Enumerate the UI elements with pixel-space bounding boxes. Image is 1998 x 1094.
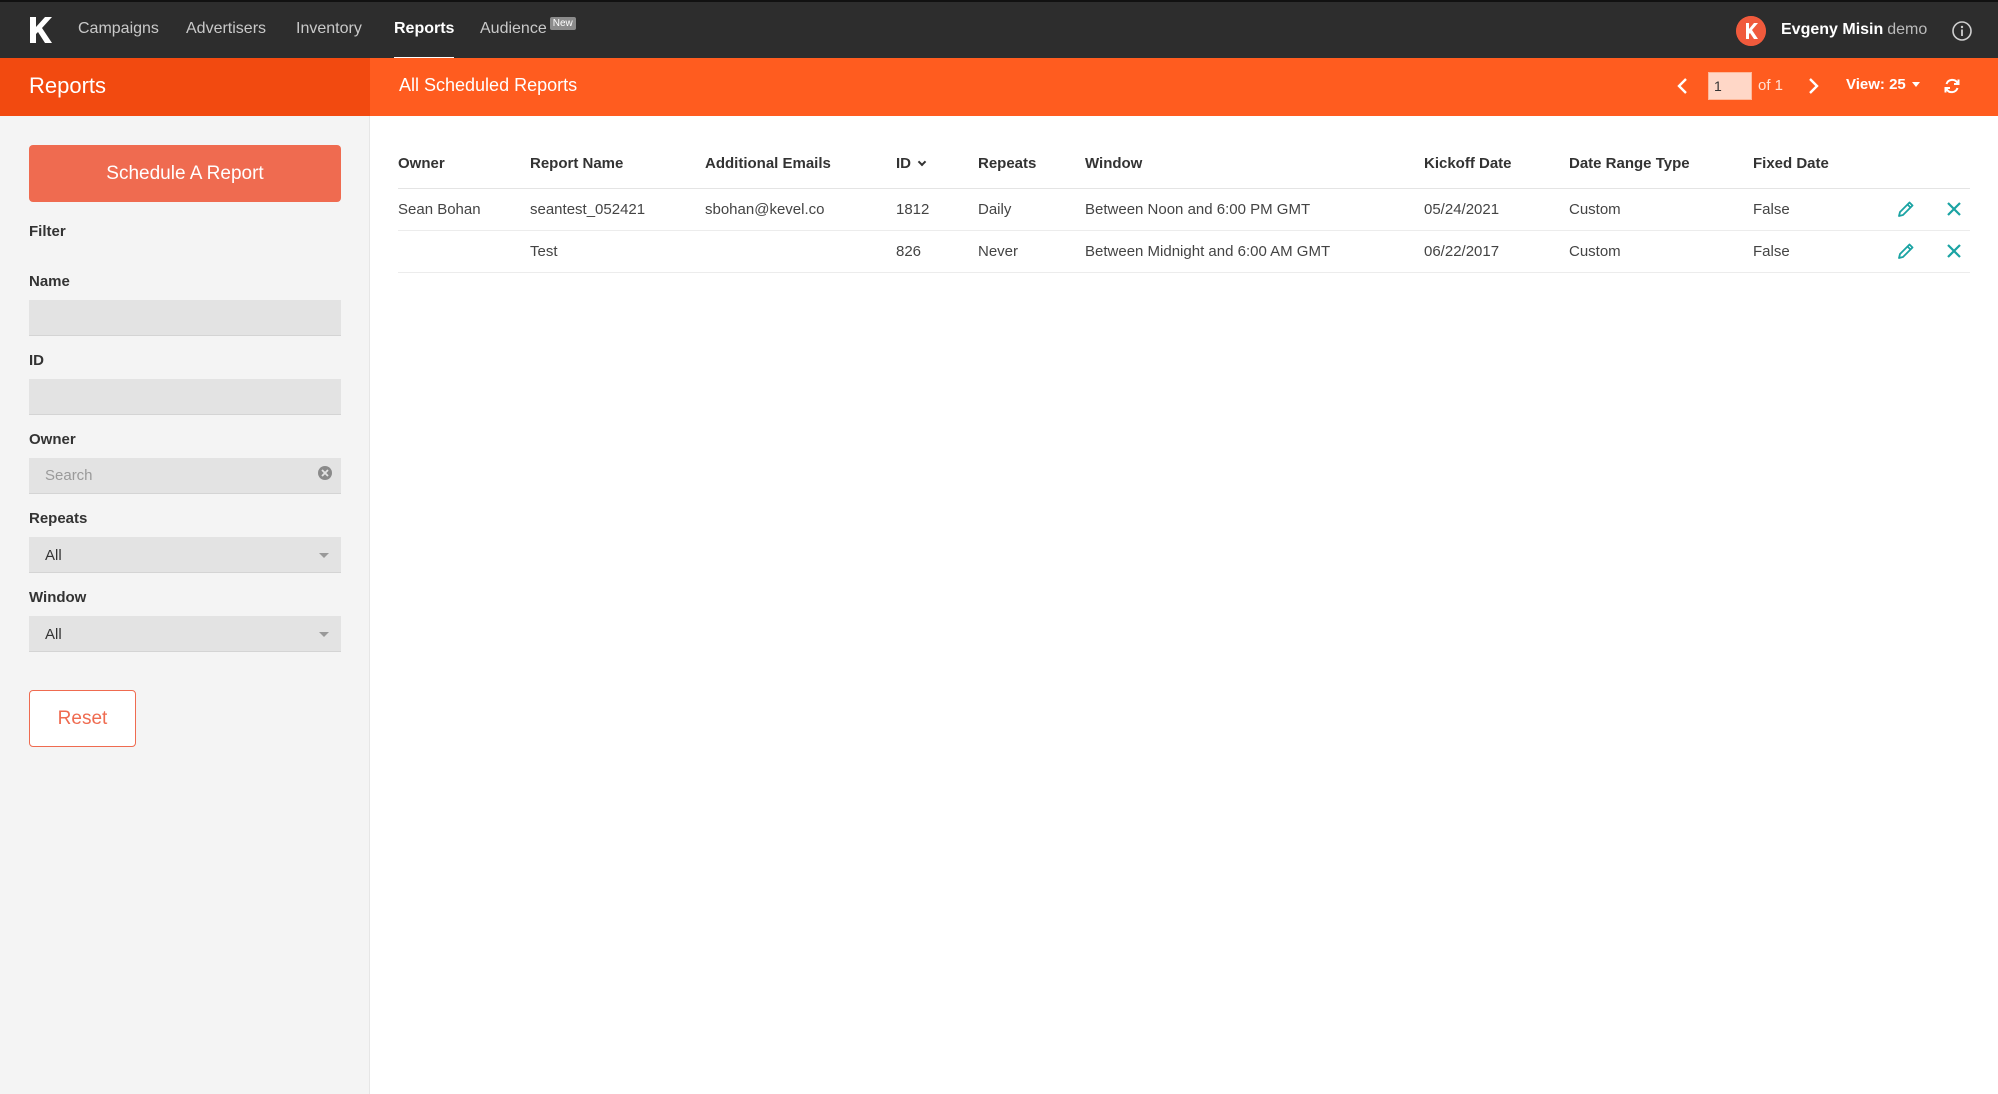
cell-additional-emails: sbohan@kevel.co xyxy=(705,188,896,231)
filter-sidebar: Schedule A Report Filter Name ID Owner R… xyxy=(0,116,370,1094)
top-navigation: Campaigns Advertisers Inventory Reports … xyxy=(0,0,1998,60)
sort-descending-icon xyxy=(917,158,927,167)
nav-item-audience[interactable]: Audience New xyxy=(480,17,576,60)
nav-item-advertisers[interactable]: Advertisers xyxy=(186,20,266,60)
refresh-icon[interactable] xyxy=(1942,76,1962,96)
repeats-label: Repeats xyxy=(29,510,88,527)
nav-item-campaigns[interactable]: Campaigns xyxy=(78,20,159,60)
repeats-select[interactable] xyxy=(29,537,341,573)
cell-repeats: Never xyxy=(978,230,1085,273)
chevron-down-icon xyxy=(1911,82,1920,87)
window-label: Window xyxy=(29,589,87,606)
id-label: ID xyxy=(29,352,44,369)
schedule-report-button[interactable]: Schedule A Report xyxy=(29,145,341,202)
delete-x-icon[interactable] xyxy=(1944,241,1964,261)
cell-id: 1812 xyxy=(896,188,978,231)
column-header-date-range-type[interactable]: Date Range Type xyxy=(1569,140,1753,189)
table-row: Test 826 Never Between Midnight and 6:00… xyxy=(398,230,1970,273)
column-header-owner[interactable]: Owner xyxy=(398,140,530,189)
cell-repeats: Daily xyxy=(978,188,1085,231)
new-badge: New xyxy=(549,17,576,30)
user-avatar-icon[interactable] xyxy=(1736,16,1766,46)
name-input[interactable] xyxy=(29,300,341,336)
chevron-down-icon xyxy=(319,632,329,637)
page-title: All Scheduled Reports xyxy=(399,75,578,95)
edit-pencil-icon[interactable] xyxy=(1896,199,1916,219)
cell-fixed-date: False xyxy=(1753,230,1888,273)
id-input[interactable] xyxy=(29,379,341,415)
cell-report-name: Test xyxy=(530,230,705,273)
cell-additional-emails xyxy=(705,230,896,273)
cell-date-range-type: Custom xyxy=(1569,230,1753,273)
delete-x-icon[interactable] xyxy=(1944,199,1964,219)
owner-label: Owner xyxy=(29,431,76,448)
row-actions xyxy=(1888,230,1970,273)
owner-search-input[interactable] xyxy=(29,458,341,494)
cell-id: 826 xyxy=(896,230,978,273)
repeats-select-value: All xyxy=(45,547,62,564)
row-actions xyxy=(1888,188,1970,231)
reports-table-container: Owner Report Name Additional Emails ID R… xyxy=(398,140,1970,273)
column-header-report-name[interactable]: Report Name xyxy=(530,140,705,189)
cell-owner: Sean Bohan xyxy=(398,188,530,231)
user-role: demo xyxy=(1887,21,1928,38)
page-number-input[interactable] xyxy=(1708,72,1752,100)
view-count-label: View: 25 xyxy=(1846,76,1906,93)
nav-item-reports[interactable]: Reports xyxy=(394,20,455,60)
filter-heading: Filter xyxy=(29,223,66,240)
table-header-row: Owner Report Name Additional Emails ID R… xyxy=(398,140,1970,189)
window-select-value: All xyxy=(45,626,62,643)
main-header: All Scheduled Reports of 1 View: 25 xyxy=(370,58,1998,116)
view-count-dropdown[interactable]: View: 25 xyxy=(1846,76,1920,93)
cell-owner xyxy=(398,230,530,273)
column-header-kickoff-date[interactable]: Kickoff Date xyxy=(1424,140,1569,189)
table-row: Sean Bohan seantest_052421 sbohan@kevel.… xyxy=(398,188,1970,231)
cell-kickoff-date: 05/24/2021 xyxy=(1424,188,1569,231)
info-icon[interactable] xyxy=(1951,20,1973,42)
chevron-down-icon xyxy=(319,553,329,558)
column-header-id-label: ID xyxy=(896,155,911,173)
column-header-actions xyxy=(1888,140,1970,189)
next-page-icon[interactable] xyxy=(1798,70,1828,102)
column-header-fixed-date[interactable]: Fixed Date xyxy=(1753,140,1888,189)
cell-kickoff-date: 06/22/2017 xyxy=(1424,230,1569,273)
window-select[interactable] xyxy=(29,616,341,652)
cell-fixed-date: False xyxy=(1753,188,1888,231)
sidebar-header: Reports xyxy=(0,58,370,116)
cell-window: Between Midnight and 6:00 AM GMT xyxy=(1085,230,1424,273)
nav-item-inventory[interactable]: Inventory xyxy=(296,20,362,60)
column-header-additional-emails[interactable]: Additional Emails xyxy=(705,140,896,189)
scheduled-reports-table: Owner Report Name Additional Emails ID R… xyxy=(398,140,1970,273)
previous-page-icon[interactable] xyxy=(1668,70,1698,102)
reset-button[interactable]: Reset xyxy=(29,690,136,747)
page-count: of 1 xyxy=(1758,77,1784,94)
clear-icon[interactable] xyxy=(317,465,333,481)
user-menu[interactable]: Evgeny Misin demo xyxy=(1781,21,1927,39)
edit-pencil-icon[interactable] xyxy=(1896,241,1916,261)
user-name: Evgeny Misin xyxy=(1781,21,1884,38)
column-header-window[interactable]: Window xyxy=(1085,140,1424,189)
sidebar-title: Reports xyxy=(29,73,107,98)
name-label: Name xyxy=(29,273,70,290)
cell-window: Between Noon and 6:00 PM GMT xyxy=(1085,188,1424,231)
column-header-id[interactable]: ID xyxy=(896,140,978,189)
column-header-repeats[interactable]: Repeats xyxy=(978,140,1085,189)
cell-report-name: seantest_052421 xyxy=(530,188,705,231)
cell-date-range-type: Custom xyxy=(1569,188,1753,231)
nav-item-audience-label: Audience xyxy=(480,20,547,37)
kevel-logo-icon[interactable] xyxy=(27,15,55,45)
